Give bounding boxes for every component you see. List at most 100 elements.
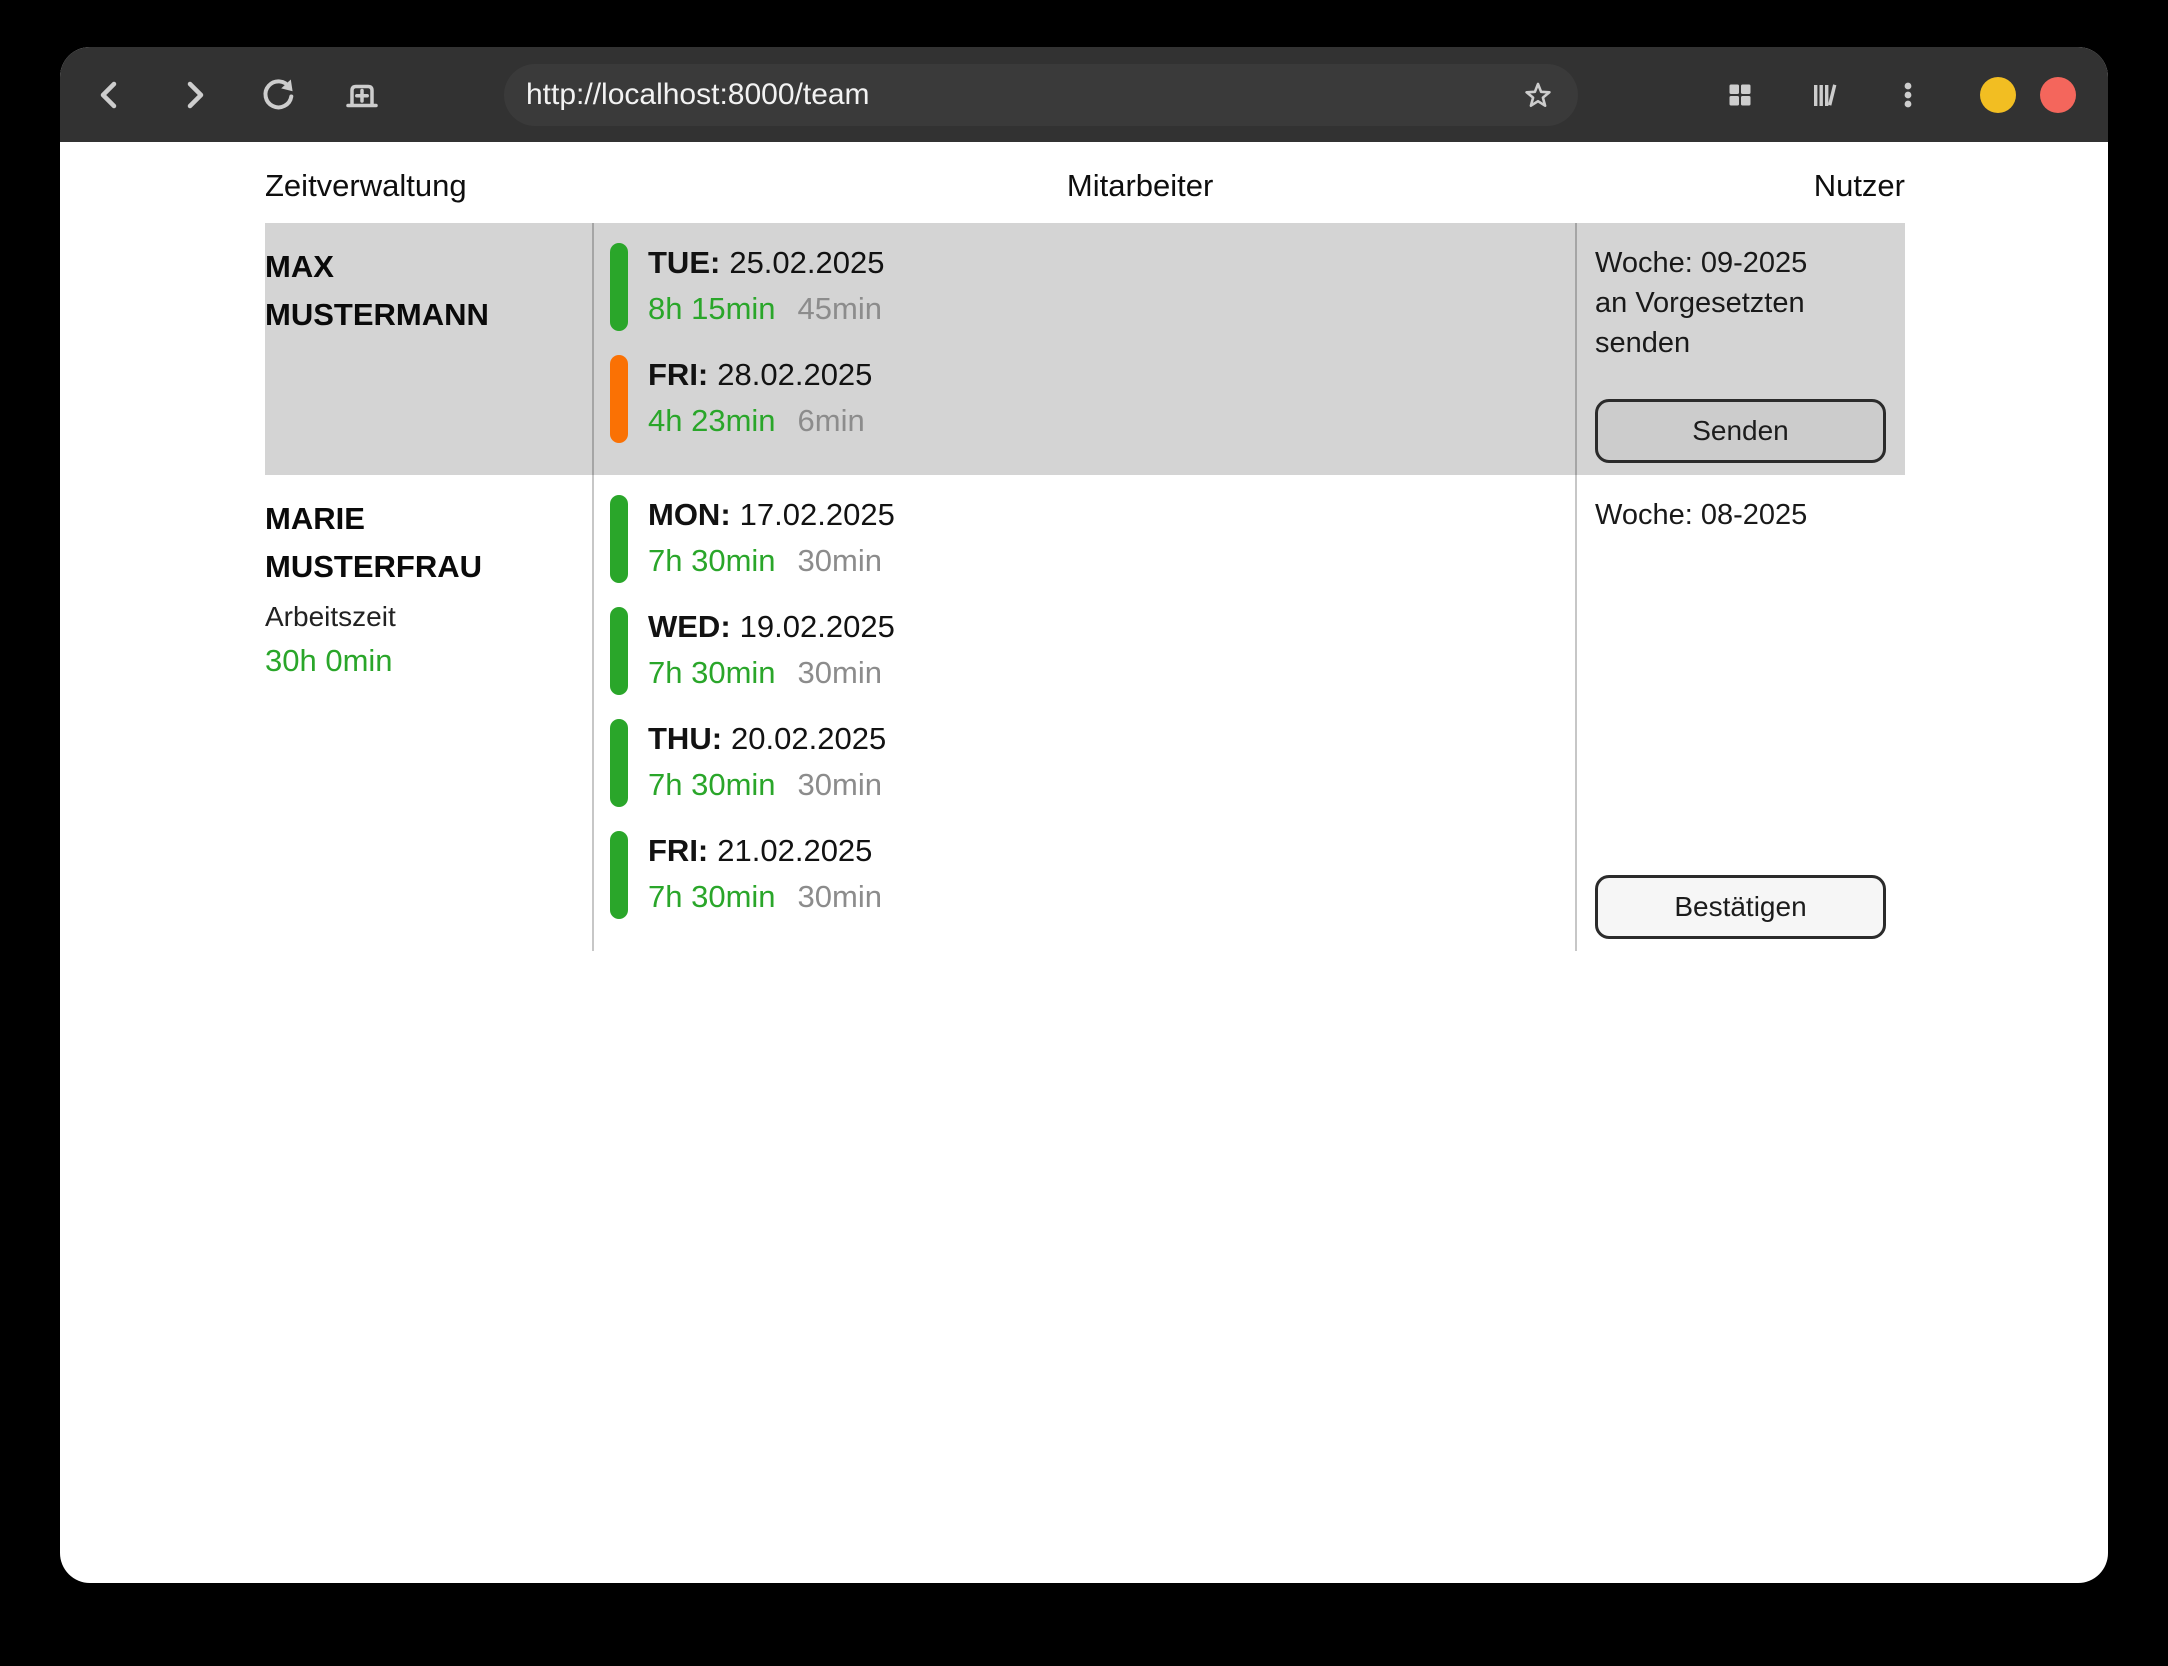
employee-name: MARIEMUSTERFRAU <box>265 495 580 591</box>
nav-item-nutzer[interactable]: Nutzer <box>1814 165 1905 207</box>
kebab-menu-icon <box>1886 73 1930 117</box>
nav-button-group <box>88 73 384 117</box>
library-button[interactable] <box>1802 73 1846 117</box>
entry-date-line: THU: 20.02.2025 <box>648 719 886 759</box>
entry-time-line: 7h 30min 30min <box>648 765 886 805</box>
employee-row: MAXMUSTERMANN TUE: 25.02.2025 8h 15min 45m… <box>265 223 1905 475</box>
entry-day: MON: <box>648 497 731 532</box>
entry-date: 21.02.2025 <box>717 833 872 868</box>
entry-worked-time: 7h 30min <box>648 543 776 578</box>
entry-time-line: 8h 15min 45min <box>648 289 884 329</box>
entry-text: WED: 19.02.2025 7h 30min 30min <box>648 607 895 695</box>
menu-button[interactable] <box>1886 73 1930 117</box>
library-icon <box>1802 73 1846 117</box>
entry-day: THU: <box>648 721 722 756</box>
back-icon <box>88 73 132 117</box>
window-controls <box>1980 77 2076 113</box>
time-entry: THU: 20.02.2025 7h 30min 30min <box>610 719 1575 807</box>
minimize-button[interactable] <box>1980 77 2016 113</box>
entry-worked-time: 8h 15min <box>648 291 776 326</box>
entry-worked-time: 7h 30min <box>648 879 776 914</box>
tabs-overview-button[interactable] <box>1718 73 1762 117</box>
entry-text: THU: 20.02.2025 7h 30min 30min <box>648 719 886 807</box>
forward-button[interactable] <box>172 73 216 117</box>
page-content: Zeitverwaltung Mitarbeiter Nutzer MAXMUS… <box>60 142 2108 951</box>
time-entry: FRI: 21.02.2025 7h 30min 30min <box>610 831 1575 919</box>
entry-date-line: FRI: 28.02.2025 <box>648 355 872 395</box>
entry-status-bar <box>610 355 628 443</box>
week-label: Woche: 08-2025 <box>1595 495 1886 535</box>
forward-icon <box>172 73 216 117</box>
employee-name-cell: MARIEMUSTERFRAU Arbeitszeit 30h 0min <box>265 475 592 951</box>
entry-worked-time: 7h 30min <box>648 767 776 802</box>
entry-status-bar <box>610 719 628 807</box>
entry-break-time: 30min <box>798 655 882 690</box>
entry-status-bar <box>610 495 628 583</box>
entry-date-line: WED: 19.02.2025 <box>648 607 895 647</box>
entry-date: 17.02.2025 <box>740 497 895 532</box>
entry-status-bar <box>610 831 628 919</box>
entry-day: FRI: <box>648 833 708 868</box>
week-cell: Woche: 08-2025 Bestätigen <box>1575 475 1905 951</box>
time-entry: MON: 17.02.2025 7h 30min 30min <box>610 495 1575 583</box>
new-tab-icon <box>340 73 384 117</box>
page-nav: Zeitverwaltung Mitarbeiter Nutzer <box>265 165 1905 207</box>
week-action-button[interactable]: Bestätigen <box>1595 875 1886 939</box>
time-entry: WED: 19.02.2025 7h 30min 30min <box>610 607 1575 695</box>
entry-worked-time: 4h 23min <box>648 403 776 438</box>
entry-day: FRI: <box>648 357 708 392</box>
url-text: http://localhost:8000/team <box>526 78 1516 112</box>
entry-date-line: FRI: 21.02.2025 <box>648 831 882 871</box>
team-table: MAXMUSTERMANN TUE: 25.02.2025 8h 15min 45m… <box>265 223 1905 951</box>
employee-name: MAXMUSTERMANN <box>265 243 580 339</box>
entry-break-time: 30min <box>798 879 882 914</box>
week-cell: Woche: 09-2025an Vorgesetztensenden Send… <box>1575 223 1905 475</box>
entry-date: 20.02.2025 <box>731 721 886 756</box>
toolbar-right-group <box>1718 73 1930 117</box>
entry-date: 25.02.2025 <box>729 245 884 280</box>
back-button[interactable] <box>88 73 132 117</box>
employee-row: MARIEMUSTERFRAU Arbeitszeit 30h 0min MON… <box>265 475 1905 951</box>
time-entries-cell: TUE: 25.02.2025 8h 15min 45min FRI: 28.02.2… <box>592 223 1575 475</box>
entry-break-time: 6min <box>798 403 865 438</box>
entry-day: TUE: <box>648 245 720 280</box>
browser-toolbar: http://localhost:8000/team <box>60 47 2108 142</box>
url-bar[interactable]: http://localhost:8000/team <box>504 64 1578 126</box>
entry-time-line: 4h 23min 6min <box>648 401 872 441</box>
entry-status-bar <box>610 607 628 695</box>
reload-button[interactable] <box>256 73 300 117</box>
new-tab-button[interactable] <box>340 73 384 117</box>
entry-text: TUE: 25.02.2025 8h 15min 45min <box>648 243 884 331</box>
entry-date: 28.02.2025 <box>717 357 872 392</box>
time-entry: FRI: 28.02.2025 4h 23min 6min <box>610 355 1575 443</box>
entry-text: FRI: 28.02.2025 4h 23min 6min <box>648 355 872 443</box>
entry-break-time: 45min <box>798 291 882 326</box>
browser-window: http://localhost:8000/team <box>60 47 2108 1583</box>
bookmark-star-icon[interactable] <box>1516 73 1560 117</box>
worktime-total: 30h 0min <box>265 639 580 683</box>
nav-item-zeitverwaltung[interactable]: Zeitverwaltung <box>265 165 467 207</box>
entry-status-bar <box>610 243 628 331</box>
employee-name-cell: MAXMUSTERMANN <box>265 223 592 475</box>
entry-time-line: 7h 30min 30min <box>648 541 895 581</box>
entry-break-time: 30min <box>798 543 882 578</box>
week-label: Woche: 09-2025an Vorgesetztensenden <box>1595 243 1886 363</box>
time-entries-cell: MON: 17.02.2025 7h 30min 30min WED: 19.02.2… <box>592 475 1575 951</box>
worktime-label: Arbeitszeit <box>265 595 580 639</box>
week-action-button[interactable]: Senden <box>1595 399 1886 463</box>
close-button[interactable] <box>2040 77 2076 113</box>
reload-icon <box>256 73 300 117</box>
entry-time-line: 7h 30min 30min <box>648 877 882 917</box>
entry-date-line: MON: 17.02.2025 <box>648 495 895 535</box>
entry-worked-time: 7h 30min <box>648 655 776 690</box>
time-entry: TUE: 25.02.2025 8h 15min 45min <box>610 243 1575 331</box>
nav-item-mitarbeiter[interactable]: Mitarbeiter <box>1067 165 1213 207</box>
entry-day: WED: <box>648 609 731 644</box>
entry-date-line: TUE: 25.02.2025 <box>648 243 884 283</box>
entry-text: MON: 17.02.2025 7h 30min 30min <box>648 495 895 583</box>
entry-time-line: 7h 30min 30min <box>648 653 895 693</box>
tabs-grid-icon <box>1718 73 1762 117</box>
entry-date: 19.02.2025 <box>740 609 895 644</box>
entry-text: FRI: 21.02.2025 7h 30min 30min <box>648 831 882 919</box>
entry-break-time: 30min <box>798 767 882 802</box>
